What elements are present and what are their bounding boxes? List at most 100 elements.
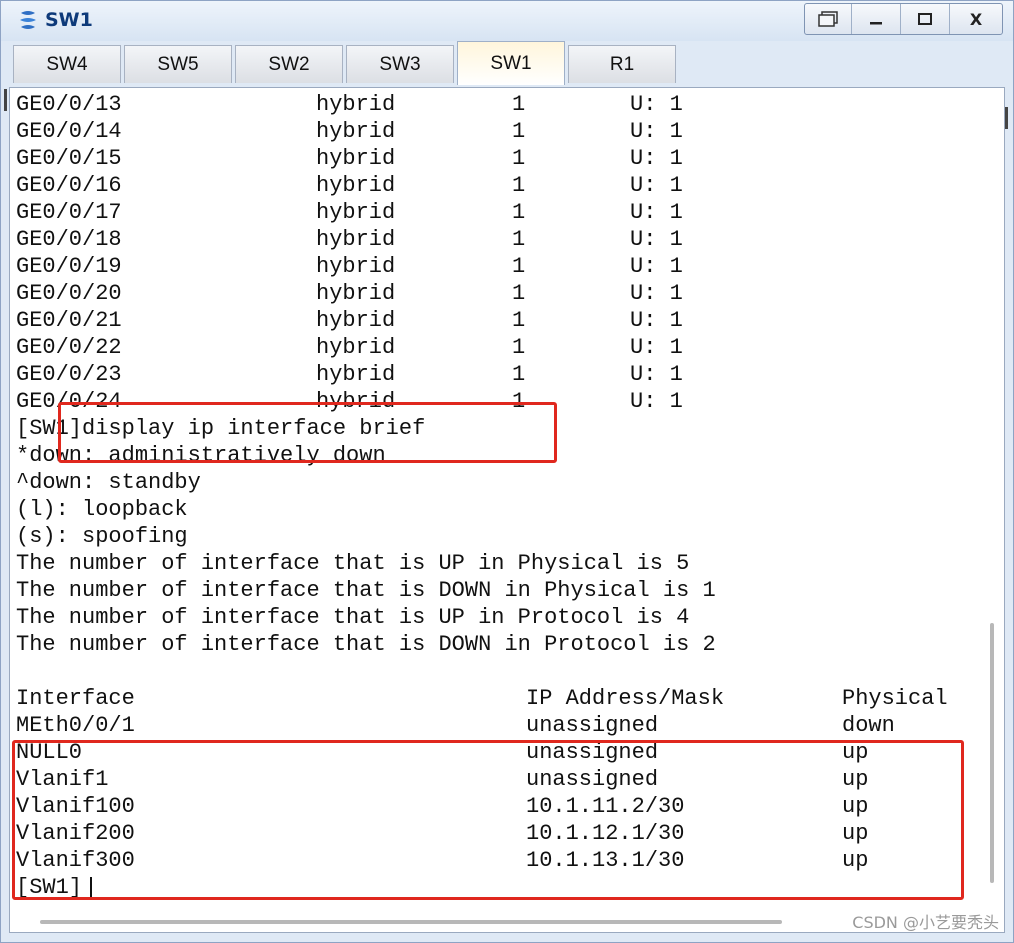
port-link-type: hybrid xyxy=(316,92,396,117)
maximize-button[interactable] xyxy=(901,4,950,34)
physical-col: up xyxy=(842,848,869,873)
ip-mask-col-header: IP Address/Mask xyxy=(526,686,725,711)
port-vlan-list: U: 1 xyxy=(630,173,683,198)
watermark: CSDN @小艺要秃头 xyxy=(852,913,999,932)
prompt-text: [SW1] xyxy=(16,875,83,900)
port-name: GE0/0/23 xyxy=(16,362,122,387)
info-text: The number of interface that is DOWN in … xyxy=(16,578,716,603)
port-pvid: 1 xyxy=(512,389,526,414)
physical-col: up xyxy=(842,821,869,846)
maximize-icon xyxy=(918,13,932,25)
close-button[interactable]: X xyxy=(950,4,1002,34)
device-tabs: SW4 SW5 SW2 SW3 SW1 R1 xyxy=(9,41,1005,85)
port-link-type: hybrid xyxy=(316,308,396,333)
port-name: GE0/0/15 xyxy=(16,146,122,171)
port-link-type: hybrid xyxy=(316,362,396,387)
port-pvid: 1 xyxy=(512,254,526,279)
left-edge-marker xyxy=(4,89,7,111)
device-console-icon xyxy=(20,11,36,29)
info-text: *down: administratively down xyxy=(16,443,386,468)
port-pvid: 1 xyxy=(512,200,526,225)
physical-col: down xyxy=(842,713,895,738)
port-link-type: hybrid xyxy=(316,119,396,144)
port-name: GE0/0/21 xyxy=(16,308,122,333)
port-name: GE0/0/14 xyxy=(16,119,122,144)
port-pvid: 1 xyxy=(512,227,526,252)
ip-mask-col: unassigned xyxy=(526,713,659,738)
port-vlan-list: U: 1 xyxy=(630,227,683,252)
port-name: GE0/0/18 xyxy=(16,227,122,252)
window-controls: X xyxy=(804,3,1003,35)
port-link-type: hybrid xyxy=(316,335,396,360)
interface-col: Vlanif300 xyxy=(16,848,135,873)
port-vlan-list: U: 1 xyxy=(630,119,683,144)
port-pvid: 1 xyxy=(512,92,526,117)
ip-mask-col: 10.1.11.2/30 xyxy=(526,794,685,819)
port-pvid: 1 xyxy=(512,335,526,360)
physical-col: up xyxy=(842,794,869,819)
right-edge-marker xyxy=(1005,107,1008,129)
interface-col-header: Interface xyxy=(16,686,135,711)
port-name: GE0/0/20 xyxy=(16,281,122,306)
port-link-type: hybrid xyxy=(316,227,396,252)
window-title: SW1 xyxy=(45,9,93,31)
info-text: (s): spoofing xyxy=(16,524,188,549)
info-text: The number of interface that is UP in Ph… xyxy=(16,551,690,576)
physical-col-header: Physical xyxy=(842,686,948,711)
interface-col: NULL0 xyxy=(16,740,83,765)
port-pvid: 1 xyxy=(512,281,526,306)
port-vlan-list: U: 1 xyxy=(630,308,683,333)
horizontal-scrollbar-thumb[interactable] xyxy=(40,920,782,924)
port-vlan-list: U: 1 xyxy=(630,146,683,171)
port-name: GE0/0/24 xyxy=(16,389,122,414)
interface-col: MEth0/0/1 xyxy=(16,713,135,738)
minimize-icon xyxy=(870,22,882,25)
physical-col: up xyxy=(842,767,869,792)
terminal-output[interactable]: GE0/0/13 hybrid 1 U: 1 GE0/0/14 hybrid 1 U: 1 GE… xyxy=(9,87,1005,933)
port-name: GE0/0/16 xyxy=(16,173,122,198)
port-link-type: hybrid xyxy=(316,389,396,414)
interface-col: Vlanif100 xyxy=(16,794,135,819)
highlight-interfaces-box xyxy=(12,740,964,900)
interface-col: Vlanif1 xyxy=(16,767,109,792)
command-text: [SW1]display ip interface brief xyxy=(16,416,426,441)
ip-mask-col: unassigned xyxy=(526,767,659,792)
tab-sw1[interactable]: SW1 xyxy=(457,41,565,85)
port-name: GE0/0/19 xyxy=(16,254,122,279)
port-name: GE0/0/22 xyxy=(16,335,122,360)
port-vlan-list: U: 1 xyxy=(630,254,683,279)
port-link-type: hybrid xyxy=(316,281,396,306)
port-pvid: 1 xyxy=(512,119,526,144)
info-text: (l): loopback xyxy=(16,497,188,522)
info-text: The number of interface that is DOWN in … xyxy=(16,632,716,657)
port-vlan-list: U: 1 xyxy=(630,389,683,414)
port-vlan-list: U: 1 xyxy=(630,335,683,360)
port-vlan-list: U: 1 xyxy=(630,281,683,306)
port-link-type: hybrid xyxy=(316,254,396,279)
tab-sw4[interactable]: SW4 xyxy=(13,45,121,83)
info-text: ^down: standby xyxy=(16,470,201,495)
port-pvid: 1 xyxy=(512,146,526,171)
minimize-button[interactable] xyxy=(852,4,901,34)
port-link-type: hybrid xyxy=(316,200,396,225)
tab-sw3[interactable]: SW3 xyxy=(346,45,454,83)
port-pvid: 1 xyxy=(512,362,526,387)
restore-window-icon xyxy=(818,11,838,27)
title-bar[interactable]: SW1 X xyxy=(1,1,1013,41)
text-cursor xyxy=(90,877,92,899)
port-link-type: hybrid xyxy=(316,146,396,171)
physical-col: up xyxy=(842,740,869,765)
restore-button[interactable] xyxy=(805,4,852,34)
console-window: SW1 X SW4 SW5 SW2 SW3 SW1 R1 GE0/0/13 hy… xyxy=(0,0,1014,943)
port-vlan-list: U: 1 xyxy=(630,200,683,225)
port-pvid: 1 xyxy=(512,173,526,198)
port-vlan-list: U: 1 xyxy=(630,92,683,117)
vertical-scrollbar-thumb[interactable] xyxy=(990,623,994,883)
tab-r1[interactable]: R1 xyxy=(568,45,676,83)
port-pvid: 1 xyxy=(512,308,526,333)
tab-sw2[interactable]: SW2 xyxy=(235,45,343,83)
ip-mask-col: unassigned xyxy=(526,740,659,765)
info-text: The number of interface that is UP in Pr… xyxy=(16,605,690,630)
port-link-type: hybrid xyxy=(316,173,396,198)
tab-sw5[interactable]: SW5 xyxy=(124,45,232,83)
